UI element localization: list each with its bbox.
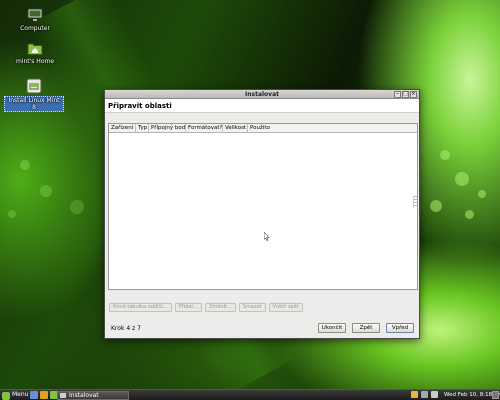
desktop-icon-label: Install Linux Mint 8 [4, 96, 64, 112]
page-header: Připravit oblasti [105, 99, 419, 113]
computer-icon [27, 8, 43, 21]
network-icon[interactable] [421, 391, 428, 398]
taskbar-window-label: Instalovat [69, 392, 99, 399]
window-footer: Krok 4 z 7 Ukončit Zpět Vpřed [110, 323, 414, 333]
maximize-icon[interactable]: □ [402, 91, 409, 98]
menu-label: Menu [12, 391, 29, 398]
column-header-size[interactable]: Velikost [223, 124, 248, 132]
minimize-icon[interactable]: – [394, 91, 401, 98]
show-desktop-button[interactable] [492, 391, 499, 399]
update-manager-icon[interactable] [411, 391, 418, 398]
terminal-launcher-icon[interactable] [40, 391, 48, 399]
show-desktop-launcher-icon[interactable] [30, 391, 38, 399]
navigation-buttons: Ukončit Zpět Vpřed [318, 323, 414, 333]
column-header-device[interactable]: Zařízení [109, 124, 136, 132]
window-title: Instalovat [245, 91, 279, 98]
quit-button[interactable]: Ukončit [318, 323, 346, 333]
volume-icon[interactable] [431, 391, 438, 398]
partition-table[interactable]: Zařízení Typ Přípojný bod Formátovat? Ve… [108, 123, 418, 290]
system-tray [411, 391, 438, 398]
pane-resize-handle[interactable] [413, 196, 417, 208]
menu-button[interactable]: Menu [2, 390, 28, 400]
column-header-type[interactable]: Typ [136, 124, 149, 132]
taskbar: Menu Instalovat Wed Feb 10, 8:18 AM [0, 389, 500, 400]
window-icon [60, 393, 66, 398]
home-folder-icon [27, 43, 43, 55]
mint-logo-icon [2, 391, 10, 400]
add-partition-button[interactable]: Přidat... [174, 303, 203, 312]
quick-launchers [30, 391, 58, 399]
revert-button[interactable]: Vrátit zpět [268, 303, 303, 312]
taskbar-window-button[interactable]: Instalovat [57, 391, 129, 400]
desktop-icon-home[interactable]: mint's Home [5, 40, 65, 65]
desktop-icon-computer[interactable]: Computer [5, 7, 65, 32]
partition-toolbar: Nová tabulka oddílů... Přidat... Změnit.… [109, 303, 303, 312]
mouse-pointer-icon [264, 232, 270, 241]
page-title: Připravit oblasti [108, 102, 172, 110]
column-header-format[interactable]: Formátovat? [186, 124, 223, 132]
delete-partition-button[interactable]: Smazat [238, 303, 266, 312]
change-partition-button[interactable]: Změnit... [205, 303, 236, 312]
close-icon[interactable]: × [410, 91, 417, 98]
window-titlebar[interactable]: Instalovat – □ × [105, 90, 419, 99]
forward-button[interactable]: Vpřed [386, 323, 414, 333]
window-controls: – □ × [394, 91, 417, 98]
step-indicator: Krok 4 z 7 [111, 325, 141, 332]
table-header: Zařízení Typ Přípojný bod Formátovat? Ve… [109, 124, 417, 133]
desktop-icon-install[interactable]: Install Linux Mint 8 [4, 78, 64, 112]
desktop-icon-label: mint's Home [15, 58, 55, 65]
column-header-mountpoint[interactable]: Přípojný bod [149, 124, 186, 132]
column-header-used[interactable]: Použito [248, 124, 417, 132]
installer-window: Instalovat – □ × Připravit oblasti Zaříz… [104, 89, 420, 339]
install-disc-icon [26, 78, 42, 94]
back-button[interactable]: Zpět [352, 323, 380, 333]
new-partition-table-button[interactable]: Nová tabulka oddílů... [109, 303, 172, 312]
desktop-icon-label: Computer [20, 25, 50, 32]
